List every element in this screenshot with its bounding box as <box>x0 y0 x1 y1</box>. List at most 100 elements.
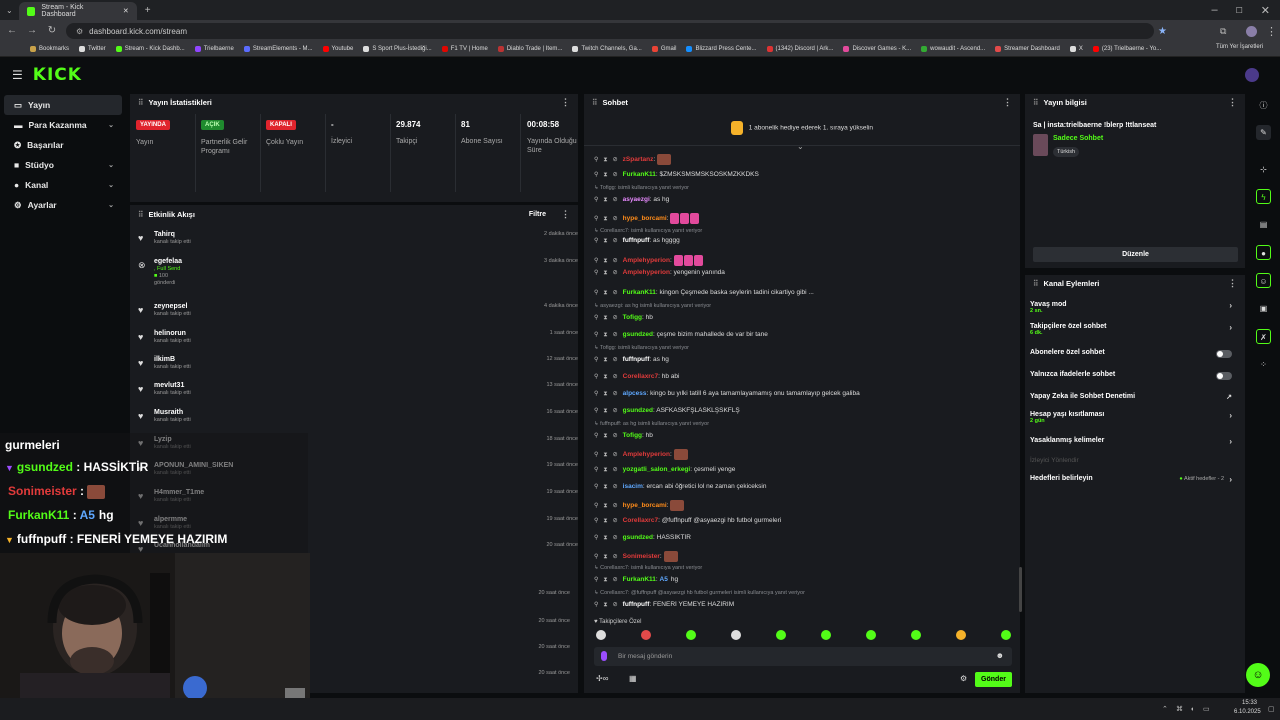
more-options-icon[interactable]: ⋮ <box>561 209 570 220</box>
chat-message[interactable]: ⚲ ⧗ ⊘ Sonimeister: <box>594 551 1004 562</box>
ban-icon[interactable]: ⊘ <box>613 289 618 296</box>
channel-action-row[interactable]: Abonelere özel sohbet <box>1030 349 1238 367</box>
emote-icon[interactable] <box>673 255 683 266</box>
emote-icon[interactable]: ☺ <box>1256 273 1271 288</box>
ban-icon[interactable]: ⊘ <box>613 502 618 509</box>
terminal-icon[interactable]: ▣ <box>1256 301 1271 316</box>
more-options-icon[interactable]: ⋮ <box>1228 97 1237 108</box>
browser-tab[interactable]: Stream - Kick Dashboard ✕ <box>18 2 137 20</box>
chat-message[interactable]: ⚲ ⧗ ⊘ fuffnpuff: FENERİ YEMEYE HAZIRIM <box>594 601 1004 609</box>
emote-icon[interactable] <box>670 500 685 511</box>
pin-icon[interactable]: ⚲ <box>594 314 598 321</box>
chat-message[interactable]: ⚲ ⧗ ⊘ isacim: ercan abi öğretici lol ne zam… <box>594 483 1004 491</box>
timeout-icon[interactable]: ⧗ <box>603 197 607 204</box>
chat-username[interactable]: FurkanK11 <box>623 576 656 583</box>
chat-username[interactable]: yozgatli_salon_erkegi <box>623 466 691 473</box>
channel-action-row[interactable]: Hedefleri belirleyin ● Aktif hedefler - 2… <box>1030 475 1238 493</box>
bookmark-item[interactable]: Discover Games - K... <box>843 46 911 52</box>
emoji-icon[interactable]: ☻ <box>996 651 1004 660</box>
clock-time[interactable]: 15:33 <box>1242 700 1257 706</box>
reload-icon[interactable]: ↻ <box>46 25 58 37</box>
chat-settings-icon[interactable]: ⚙ <box>960 674 967 683</box>
edit-button[interactable]: Düzenle <box>1033 247 1238 262</box>
toggle-switch[interactable] <box>1216 350 1232 358</box>
share-icon[interactable]: ⁘ <box>1256 357 1271 372</box>
category-name[interactable]: Sadece Sohbet <box>1053 135 1103 142</box>
ban-icon[interactable]: ⊘ <box>613 451 618 458</box>
battery-icon[interactable]: ▭ <box>1203 705 1210 713</box>
chat-scrollbar[interactable] <box>1019 567 1022 612</box>
browser-menu-icon[interactable]: ⋮ <box>1266 25 1277 38</box>
quick-emote-icon[interactable] <box>911 630 921 640</box>
pin-icon[interactable]: ⚲ <box>594 257 598 264</box>
bookmark-item[interactable]: Youtube <box>322 46 353 52</box>
quick-emote-icon[interactable] <box>731 630 741 640</box>
pin-icon[interactable]: ⚲ <box>594 356 598 363</box>
bookmark-item[interactable]: S Sport Plus-İstediği... <box>363 46 432 52</box>
grip-icon[interactable]: ⠿ <box>592 98 598 107</box>
chat-username[interactable]: fuffnpuff <box>623 601 650 608</box>
chat-message[interactable]: ⚲ ⧗ ⊘ FurkanK11: kingon Çeşmede baska seyle… <box>594 289 1004 297</box>
quick-emote-icon[interactable] <box>641 630 651 640</box>
quick-emote-icon[interactable] <box>821 630 831 640</box>
ban-icon[interactable]: ⊘ <box>613 237 618 244</box>
pin-icon[interactable]: ⚲ <box>594 502 598 509</box>
chat-message[interactable]: ⚲ ⧗ ⊘ yozgatli_salon_erkegi: çesmeli yenge <box>594 466 1004 474</box>
kick-logo[interactable]: KICK <box>33 65 82 85</box>
window-close-icon[interactable]: ✕ <box>1261 4 1270 17</box>
chat-message[interactable]: ⚲ ⧗ ⊘ hype_borcami: <box>594 213 1004 224</box>
timeout-icon[interactable]: ⧗ <box>603 157 607 164</box>
chat-message[interactable]: ⚲ ⧗ ⊘ alpcess: kingo bu yılki tatill 6 aya … <box>594 390 1004 398</box>
chat-username[interactable]: asyaezgi <box>623 196 650 203</box>
chat-username[interactable]: gsundzed <box>623 407 653 414</box>
user-avatar[interactable] <box>1245 68 1259 82</box>
url-field[interactable]: ⚙ dashboard.kick.com/stream <box>66 23 1154 39</box>
timeout-icon[interactable]: ⧗ <box>603 216 607 223</box>
emote-icon[interactable] <box>673 449 688 460</box>
chat-reply-context[interactable]: ↳ Corellaxrc7: isimli kullanıcıya yanıt … <box>594 228 702 234</box>
ban-icon[interactable]: ⊘ <box>613 483 618 490</box>
chat-message[interactable]: ⚲ ⧗ ⊘ Corellaxrc7: @fuffnpuff @asyaezgi hb … <box>594 517 1004 525</box>
ban-icon[interactable]: ⊘ <box>613 553 618 560</box>
activity-username[interactable]: Musraith <box>154 409 191 416</box>
timeout-icon[interactable]: ⧗ <box>603 503 607 510</box>
pin-icon[interactable]: ⚲ <box>594 483 598 490</box>
timeout-icon[interactable]: ⧗ <box>603 391 607 398</box>
hamburger-menu-icon[interactable]: ☰ <box>12 68 23 82</box>
sidebar-item-yayin[interactable]: ▭ Yayın <box>4 95 122 115</box>
pin-icon[interactable]: ⚲ <box>594 576 598 583</box>
chat-reply-context[interactable]: ↳ asyaezgi: as hg isimli kullanıcıya yan… <box>594 303 711 309</box>
chat-message[interactable]: ⚲ ⧗ ⊘ gsundzed: çeşme bizim mahallede de va… <box>594 331 1004 339</box>
activity-username[interactable]: helinorun <box>154 330 191 337</box>
sidebar-item-studyo[interactable]: ■ Stüdyo ⌄ <box>4 155 122 175</box>
pin-icon[interactable]: ⚲ <box>594 196 598 203</box>
wrench-icon[interactable]: ✗ <box>1256 329 1271 344</box>
chat-message[interactable]: ⚲ ⧗ ⊘ Tofigg: hb <box>594 314 1004 322</box>
chat-message[interactable]: ⚲ ⧗ ⊘ Amplehyperion: <box>594 255 1004 266</box>
chat-username[interactable]: alpcess <box>623 390 647 397</box>
ban-icon[interactable]: ⊘ <box>613 314 618 321</box>
chat-message[interactable]: ⚲ ⧗ ⊘ gsundzed: ASFKASKFŞLASKLŞSKFLŞ <box>594 407 1004 415</box>
extensions-icon[interactable]: ⧉ <box>1220 26 1226 37</box>
profile-avatar[interactable] <box>1246 25 1257 37</box>
emote-icon[interactable] <box>690 213 700 224</box>
channel-action-row[interactable]: İzleyici Yönlendir <box>1030 457 1238 475</box>
chat-message[interactable]: ⚲ ⧗ ⊘ hype_borcami: <box>594 500 1004 511</box>
pin-icon[interactable]: ⚲ <box>594 451 598 458</box>
timeout-icon[interactable]: ⧗ <box>603 577 607 584</box>
chat-message[interactable]: ⚲ ⧗ ⊘ Amplehyperion: <box>594 449 1004 460</box>
bookmark-star-icon[interactable]: ★ <box>1158 26 1167 37</box>
bookmark-item[interactable]: Gmail <box>651 46 676 52</box>
channel-action-row[interactable]: Yalnızca ifadelerle sohbet <box>1030 371 1238 389</box>
bookmark-item[interactable]: X <box>1069 46 1083 52</box>
filter-button[interactable]: Filtre <box>529 211 546 218</box>
chat-tools-icon[interactable]: ✢∞ <box>596 674 608 683</box>
chat-username[interactable]: hype_borcami <box>623 502 667 509</box>
timeout-icon[interactable]: ⧗ <box>603 258 607 265</box>
chat-reply-context[interactable]: ↳ Tofigg: isimli kullanıcıya yanıt veriy… <box>594 185 689 191</box>
bookmark-item[interactable]: Trielbaerne <box>194 46 234 52</box>
chat-username[interactable]: Sonimeister <box>623 553 660 560</box>
timeout-icon[interactable]: ⧗ <box>603 433 607 440</box>
chat-message[interactable]: ⚲ ⧗ ⊘ fuffnpuff: as hgggg <box>594 237 1004 245</box>
chat-username[interactable]: Amplehyperion <box>623 451 670 458</box>
